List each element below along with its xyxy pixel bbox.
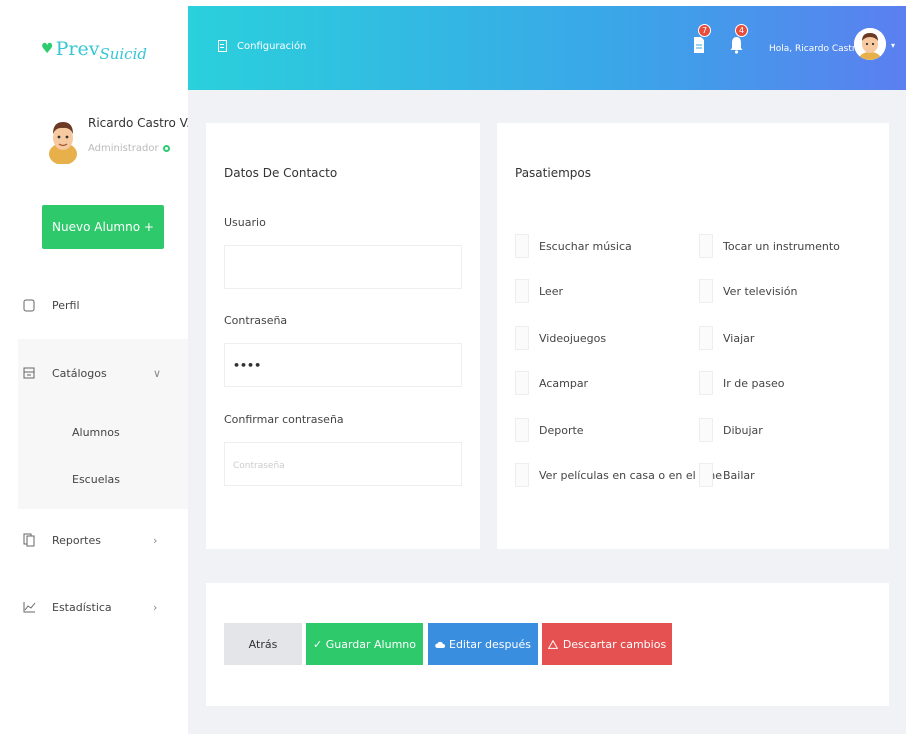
checkbox-box[interactable] [699,463,713,487]
edit-later-label: Editar después [449,637,531,651]
user-name: Ricardo Castro V. [88,116,191,130]
hobby-checkbox[interactable]: Videojuegos [515,326,606,350]
checkbox-box[interactable] [699,418,713,442]
checkbox-box[interactable] [515,463,529,487]
sidebar-item-catalogs[interactable]: Catálogos ∨ [0,353,188,393]
hobby-label: Escuchar música [539,239,632,253]
hobby-label: Ver televisión [723,284,798,298]
chevron-right-icon: › [153,533,158,547]
checkbox-box[interactable] [699,234,713,258]
sidebar-item-label: Reportes [52,533,101,547]
hobby-checkbox[interactable]: Escuchar música [515,234,632,258]
edit-later-button[interactable]: Editar después [428,623,538,665]
hobby-checkbox[interactable]: Acampar [515,371,588,395]
sidebar-item-profile[interactable]: Perfil [0,285,188,325]
sidebar: ♥ Prev Suicid Ricardo Castro V. Administ… [0,0,190,734]
hobby-label: Ver películas en casa o en el cine [539,468,722,482]
new-student-button[interactable]: Nuevo Alumno + [42,205,164,249]
confirm-password-field[interactable] [224,442,462,486]
hobby-checkbox[interactable]: Tocar un instrumento [699,234,840,258]
chevron-right-icon: › [153,600,158,614]
user-profile: Ricardo Castro V. Administrador [46,110,190,180]
hobby-label: Dibujar [723,423,763,437]
sidebar-item-label: Estadística [52,600,112,614]
settings-document-icon [218,40,227,52]
hobby-label: Viajar [723,331,755,345]
checkbox-box[interactable] [515,371,529,395]
avatar [49,122,77,164]
save-student-button[interactable]: ✓ Guardar Alumno [306,623,423,665]
sidebar-subitem-students[interactable]: Alumnos [72,426,120,439]
document-icon [694,37,704,53]
logo-prefix: Prev [55,38,100,60]
sidebar-item-reports[interactable]: Reportes › [0,520,188,560]
hobby-checkbox[interactable]: Ir de paseo [699,371,784,395]
sidebar-item-label: Perfil [52,298,80,312]
chart-line-icon [22,600,36,614]
logo-suffix: Suicid [99,45,147,63]
contact-title: Datos De Contacto [224,166,338,180]
hobby-label: Acampar [539,376,589,390]
page-title-text: Configuración [237,40,307,52]
warning-icon [547,639,558,649]
hobby-label: Deporte [539,423,584,437]
documents-notification[interactable]: 7 [693,24,711,58]
checkbox-box[interactable] [699,279,713,303]
checkbox-box[interactable] [515,279,529,303]
back-button[interactable]: Atrás [224,623,302,665]
checkbox-box[interactable] [515,326,529,350]
copy-icon [22,533,36,547]
bell-icon [730,37,743,54]
hobby-label: Bailar [723,468,755,482]
checkbox-box[interactable] [699,326,713,350]
username-label: Usuario [224,216,266,229]
hobby-checkbox[interactable]: Viajar [699,326,754,350]
hobbies-title: Pasatiempos [515,166,591,180]
hobby-checkbox[interactable]: Ver películas en casa o en el cine [515,463,722,487]
chevron-down-icon: ∨ [153,366,162,380]
password-field[interactable] [224,343,462,387]
bell-badge: 4 [735,24,748,37]
user-menu-caret-icon[interactable]: ▾ [891,41,895,50]
top-header: Configuración 7 4 Hola, Ricardo Castro V… [188,6,906,90]
checkbox-box[interactable] [699,371,713,395]
hobby-checkbox[interactable]: Bailar [699,463,755,487]
cloud-icon [435,641,445,648]
hobby-label: Leer [539,284,563,298]
discard-changes-button[interactable]: Descartar cambios [542,623,672,665]
documents-badge: 7 [698,24,711,37]
user-role: Administrador [88,143,170,154]
sidebar-subitem-schools[interactable]: Escuelas [72,473,120,486]
online-status-icon [162,144,170,152]
hobby-checkbox[interactable]: Leer [515,279,563,303]
user-outline-icon [22,298,36,312]
checkbox-box[interactable] [515,234,529,258]
password-label: Contraseña [224,314,288,327]
discard-label: Descartar cambios [562,637,667,651]
confirm-password-label: Confirmar contraseña [224,413,344,426]
hobby-label: Videojuegos [539,331,607,345]
hobby-label: Tocar un instrumento [723,239,840,253]
catalog-icon [22,366,36,380]
bell-notification[interactable]: 4 [730,24,748,58]
sidebar-item-label: Catálogos [52,366,107,380]
hobby-checkbox[interactable]: Deporte [515,418,584,442]
hobby-checkbox[interactable]: Ver televisión [699,279,797,303]
heart-icon: ♥ [41,41,54,57]
hobby-checkbox[interactable]: Dibujar [699,418,763,442]
app-logo[interactable]: ♥ Prev Suicid [0,6,188,92]
sidebar-item-statistics[interactable]: Estadística › [0,587,188,627]
username-field[interactable] [224,245,462,289]
checkbox-box[interactable] [515,418,529,442]
avatar [854,28,886,60]
hobby-label: Ir de paseo [723,376,785,390]
user-role-text: Administrador [88,143,159,154]
header-avatar[interactable] [854,28,886,60]
page-title: Configuración [218,40,306,52]
